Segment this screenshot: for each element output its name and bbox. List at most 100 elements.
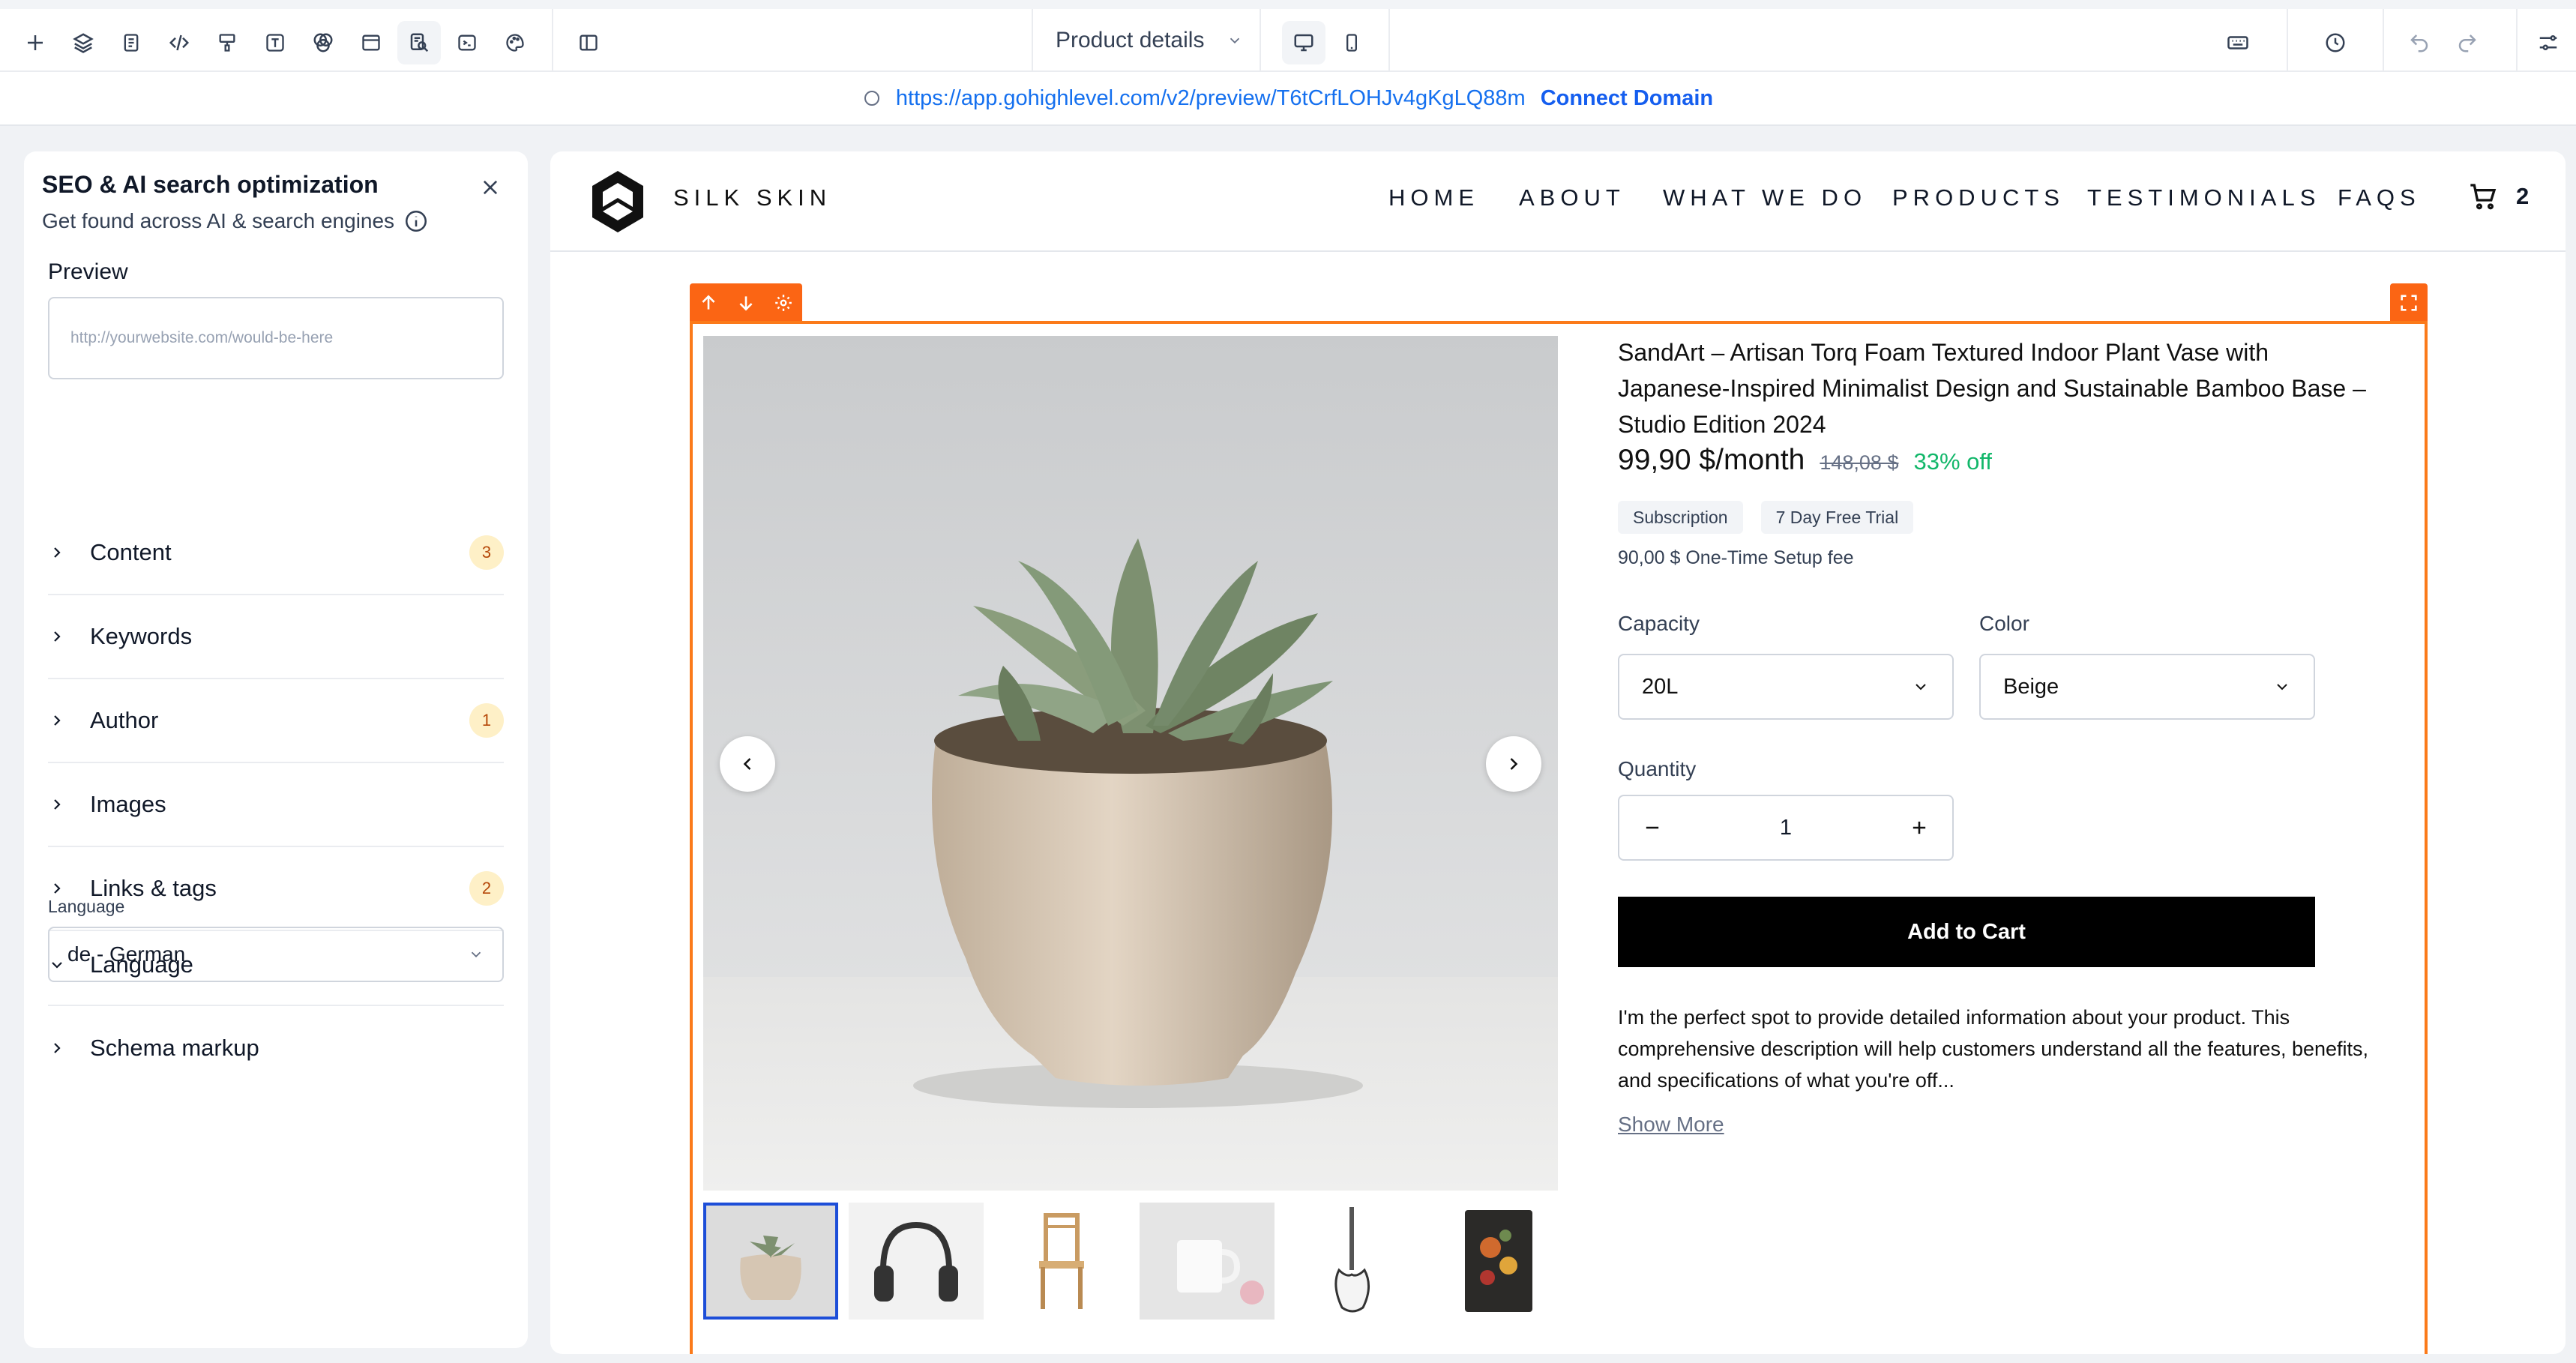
section-links-tags[interactable]: Links & tags 2: [48, 847, 504, 931]
language-field-label: Language: [48, 897, 125, 916]
carousel-next-button[interactable]: [1486, 736, 1541, 792]
preview-url-bar: https://app.gohighlevel.com/v2/preview/T…: [0, 72, 2576, 126]
thumbnail-wooden-chair[interactable]: [994, 1203, 1129, 1320]
tag-subscription: Subscription: [1618, 501, 1743, 534]
split-view-icon[interactable]: [567, 21, 610, 64]
arrow-up-icon[interactable]: [699, 293, 718, 313]
section-images[interactable]: Images: [48, 763, 504, 847]
capacity-value: 20L: [1642, 674, 1679, 699]
desktop-icon[interactable]: [1282, 21, 1325, 64]
brand-name[interactable]: SILK SKIN: [673, 184, 831, 211]
add-icon[interactable]: [13, 21, 57, 64]
chevron-right-icon: [48, 628, 78, 646]
product-price: 99,90 $/month: [1618, 444, 1805, 476]
history-icon[interactable]: [2314, 21, 2357, 64]
price-row: 99,90 $/month 148,08 $ 33% off: [1618, 444, 1992, 477]
thumbnail-electric-guitar[interactable]: [1285, 1203, 1420, 1320]
close-icon: [483, 180, 498, 195]
nav-products[interactable]: PRODUCTS: [1892, 184, 2065, 211]
section-author[interactable]: Author 1: [48, 679, 504, 763]
settings-sliders-icon[interactable]: [2527, 21, 2570, 64]
quantity-stepper: 1: [1618, 795, 1954, 861]
thumbnail-succulent-pot[interactable]: [703, 1203, 838, 1320]
nav-faqs[interactable]: FAQS: [2338, 184, 2421, 211]
language-select[interactable]: de - German: [48, 927, 504, 982]
chevron-right-icon: [48, 711, 78, 729]
expand-icon: [2401, 295, 2417, 311]
product-tags: Subscription 7 Day Free Trial: [1618, 501, 1914, 534]
discount-label: 33% off: [1913, 448, 1993, 475]
plus-icon[interactable]: [1909, 817, 1930, 838]
color-value: Beige: [2003, 674, 2059, 699]
chevron-right-icon: [48, 795, 78, 813]
thumbnail-headphones[interactable]: [849, 1203, 984, 1320]
color-label: Color: [1979, 612, 2029, 635]
seo-icon[interactable]: [397, 21, 441, 64]
quantity-value[interactable]: 1: [1780, 816, 1792, 840]
cart-icon: [2470, 184, 2497, 210]
cart-count: 2: [2516, 183, 2530, 209]
nav-about[interactable]: ABOUT: [1519, 184, 1625, 211]
product-description: I'm the perfect spot to provide detailed…: [1618, 1006, 2369, 1092]
site-preview: SILK SKIN HOME ABOUT WHAT WE DO PRODUCTS…: [550, 151, 2566, 1354]
redo-icon[interactable]: [2446, 21, 2489, 64]
brand-logo-icon[interactable]: [589, 169, 646, 234]
product-title: SandArt – Artisan Torq Foam Textured Ind…: [1618, 339, 2366, 438]
pages-icon[interactable]: [109, 21, 153, 64]
section-label: Keywords: [90, 623, 193, 649]
section-keywords[interactable]: Keywords: [48, 595, 504, 679]
capacity-select[interactable]: 20L: [1618, 654, 1954, 720]
cart-button[interactable]: 2: [2468, 181, 2529, 211]
page-selector[interactable]: Product details: [1032, 9, 1261, 72]
code-icon[interactable]: [157, 21, 201, 64]
chevron-right-icon: [48, 879, 78, 897]
nav-testimonials[interactable]: TESTIMONIALS: [2087, 184, 2320, 211]
section-label: Links & tags: [90, 875, 217, 901]
chevron-right-icon: [48, 1039, 78, 1057]
close-panel-button[interactable]: [474, 171, 507, 204]
theme-icon[interactable]: [301, 21, 345, 64]
keyboard-icon[interactable]: [2216, 21, 2260, 64]
page-selector-label: Product details: [1056, 28, 1205, 52]
mobile-icon[interactable]: [1330, 21, 1373, 64]
connect-domain-link[interactable]: Connect Domain: [1541, 86, 1713, 111]
product-main-image[interactable]: [703, 336, 1558, 1191]
terminal-icon[interactable]: [445, 21, 489, 64]
capacity-label: Capacity: [1618, 612, 1700, 635]
info-icon[interactable]: [403, 208, 429, 234]
tag-free-trial: 7 Day Free Trial: [1760, 501, 1914, 534]
paint-icon[interactable]: [205, 21, 249, 64]
block-toolbar: [690, 283, 802, 322]
show-more-link[interactable]: Show More: [1618, 1113, 1724, 1137]
panel-subtitle: Get found across AI & search engines: [42, 208, 429, 234]
carousel-prev-button[interactable]: [720, 736, 775, 792]
text-icon[interactable]: [253, 21, 297, 64]
preview-label: Preview: [48, 259, 128, 284]
compare-at-price: 148,08 $: [1820, 451, 1899, 474]
globe-icon: [864, 91, 879, 106]
nav-what-we-do[interactable]: WHAT WE DO: [1663, 184, 1867, 211]
preview-url-field[interactable]: http://yourwebsite.com/would-be-here: [48, 297, 504, 379]
gear-icon[interactable]: [774, 293, 793, 313]
count-badge: 1: [469, 703, 504, 738]
count-badge: 2: [469, 871, 504, 906]
chevron-right-icon: [1510, 758, 1518, 770]
minus-icon[interactable]: [1642, 817, 1663, 838]
palette-icon[interactable]: [493, 21, 537, 64]
arrow-down-icon[interactable]: [736, 293, 756, 313]
layers-icon[interactable]: [61, 21, 105, 64]
section-content[interactable]: Content 3: [48, 511, 504, 595]
chevron-down-icon: [1916, 684, 1926, 690]
add-to-cart-button[interactable]: Add to Cart: [1618, 897, 2315, 967]
color-select[interactable]: Beige: [1979, 654, 2315, 720]
thumbnail-floral-notebook[interactable]: [1430, 1203, 1565, 1320]
section-schema-markup[interactable]: Schema markup: [48, 1005, 504, 1090]
section-label: Content: [90, 539, 172, 565]
thumbnail-white-mug[interactable]: [1140, 1203, 1275, 1320]
layout-icon[interactable]: [349, 21, 393, 64]
nav-home[interactable]: HOME: [1388, 184, 1479, 211]
expand-block-button[interactable]: [2390, 283, 2428, 322]
undo-icon[interactable]: [2398, 21, 2441, 64]
section-label: Schema markup: [90, 1035, 259, 1061]
preview-url-link[interactable]: https://app.gohighlevel.com/v2/preview/T…: [896, 86, 1526, 111]
